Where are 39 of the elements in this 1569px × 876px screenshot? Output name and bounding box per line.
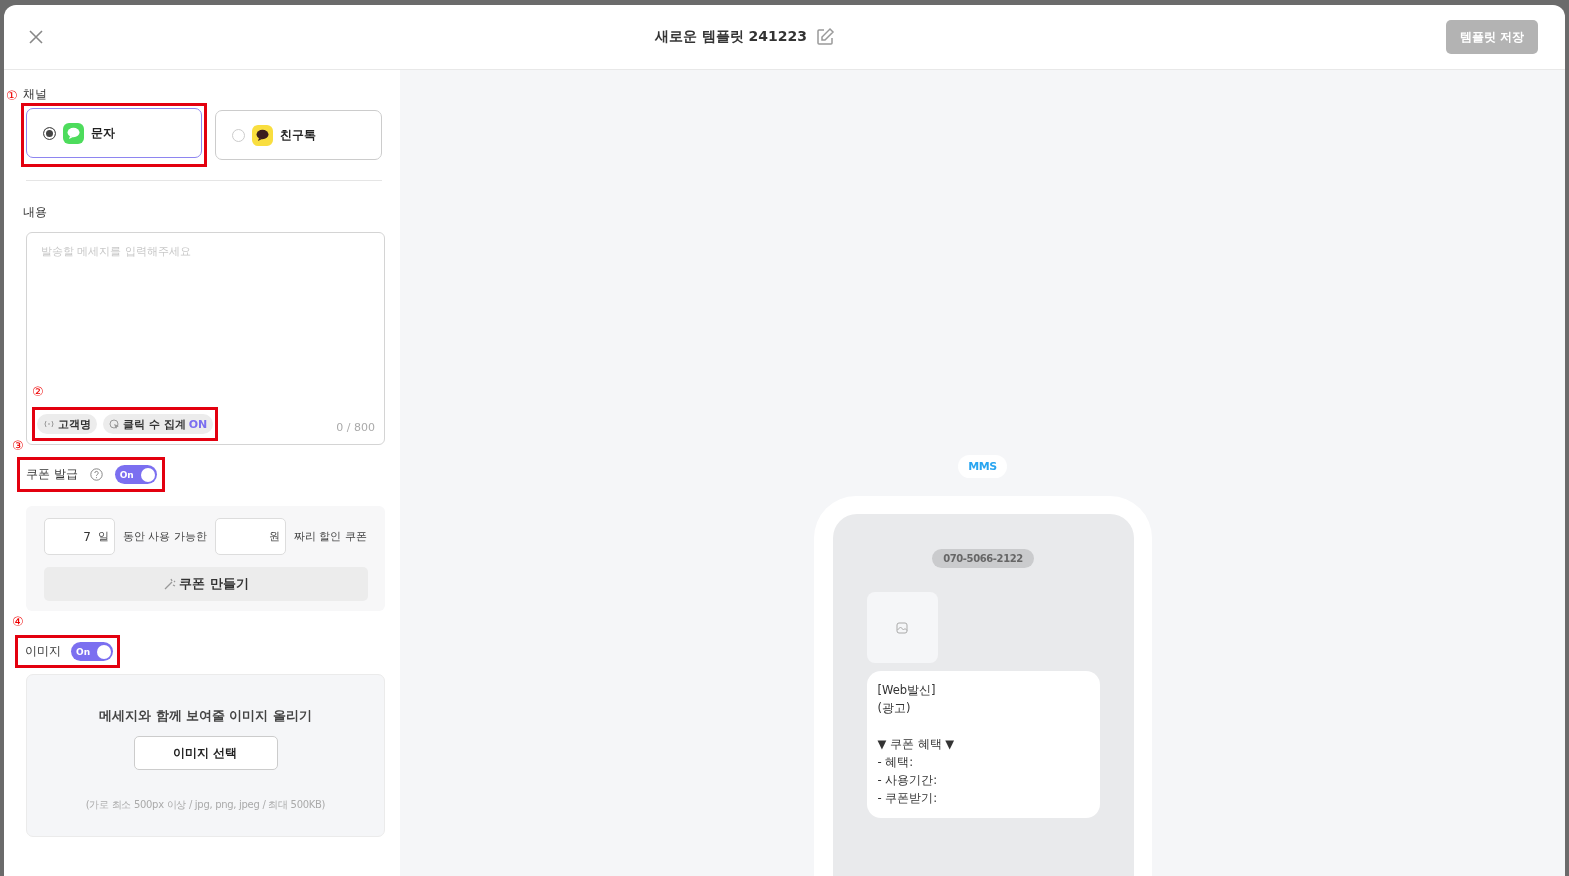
magic-wand-icon bbox=[163, 577, 177, 591]
radio-icon bbox=[43, 126, 56, 140]
amount-field[interactable] bbox=[215, 518, 286, 555]
channel-option[interactable]: 문자 bbox=[26, 108, 202, 158]
unit-label: 일 bbox=[98, 529, 109, 544]
edit-icon[interactable] bbox=[815, 27, 835, 47]
sender-number: 070-5066-2122 bbox=[932, 549, 1034, 568]
coupon-text: 짜리 할인 쿠폰 bbox=[294, 529, 367, 544]
unit-label: 원 bbox=[269, 529, 280, 544]
annotation-number: ③ bbox=[12, 439, 24, 452]
image-icon bbox=[896, 621, 908, 634]
upload-hint: (가로 최소 500px 이상 / jpg, png, jpeg / 최대 500KB) bbox=[85, 798, 326, 812]
create-coupon-button[interactable]: 쿠폰 만들기 bbox=[44, 567, 368, 601]
help-icon[interactable] bbox=[89, 468, 103, 481]
select-image-button[interactable]: 이미지 선택 bbox=[133, 736, 278, 770]
toggle-switch[interactable]: On bbox=[71, 642, 113, 661]
section-label: 쿠폰 발급 bbox=[26, 467, 78, 482]
close-icon[interactable] bbox=[28, 29, 44, 45]
upload-title: 메세지와 함께 보여줄 이미지 올리기 bbox=[99, 708, 312, 725]
section-label: 내용 bbox=[23, 205, 48, 220]
message-type-badge: MMS bbox=[958, 455, 1007, 478]
cursor-click-icon bbox=[109, 418, 120, 430]
annotation-number: ④ bbox=[12, 615, 24, 628]
annotation-number: ① bbox=[6, 89, 18, 102]
radio-icon bbox=[232, 128, 245, 142]
channel-option[interactable]: 친구톡 bbox=[215, 110, 382, 160]
section-label: 채널 bbox=[23, 87, 48, 102]
sms-bubble-icon bbox=[63, 122, 84, 144]
section-label: 이미지 bbox=[25, 644, 61, 659]
insert-chip[interactable]: 클릭 수 집계 ON bbox=[103, 414, 214, 434]
coupon-text: 동안 사용 가능한 bbox=[123, 529, 207, 544]
chat-bubble-icon bbox=[252, 124, 273, 146]
character-counter: 0 / 800 bbox=[336, 420, 375, 434]
template-title: 새로운 템플릿 241223 bbox=[654, 28, 807, 46]
variable-icon bbox=[43, 420, 55, 428]
annotation-number: ② bbox=[32, 385, 44, 398]
toggle-switch[interactable]: On bbox=[114, 465, 157, 484]
message-bubble: [Web발신] (광고) ▼ 쿠폰 혜택 ▼ - 혜택: - 사용기간: - 쿠폰받기: bbox=[866, 671, 1100, 818]
insert-chip[interactable]: 고객명 bbox=[37, 414, 97, 434]
